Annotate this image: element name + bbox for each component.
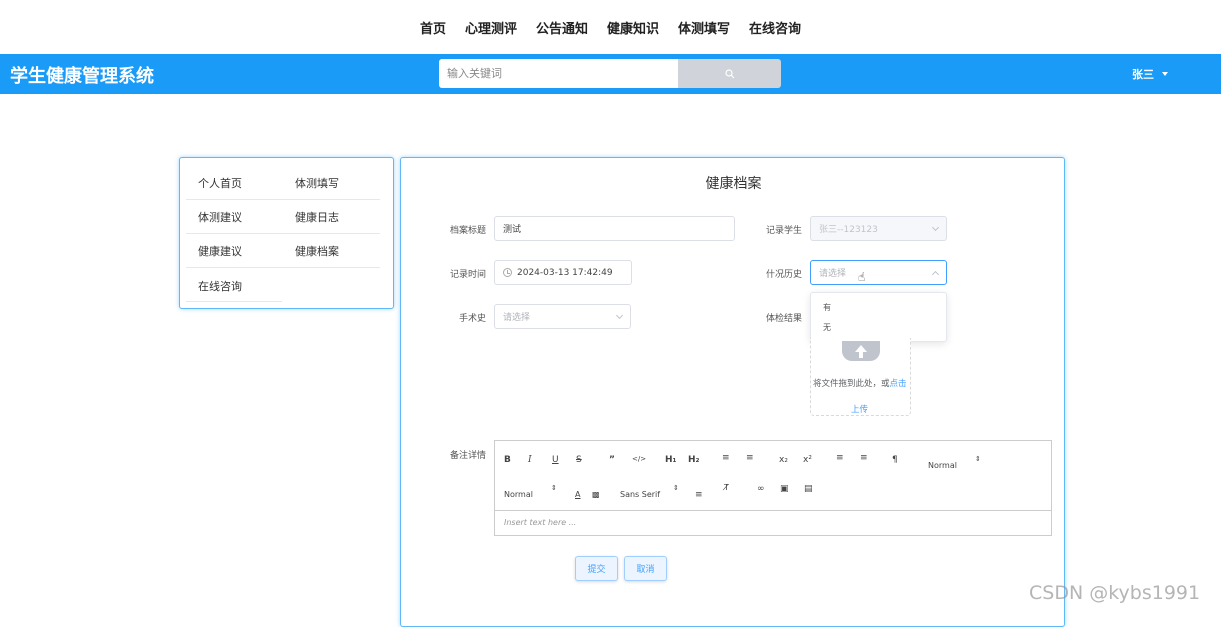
history-option-yes[interactable]: 有 [823, 302, 831, 313]
brand-title: 学生健康管理系统 [10, 66, 154, 87]
editor-placeholder[interactable]: Insert text here ... [504, 518, 576, 527]
cancel-button[interactable]: 取消 [624, 556, 667, 581]
clear-format-icon[interactable]: T̸ [724, 483, 729, 492]
bold-button[interactable]: B [504, 455, 511, 465]
superscript-icon[interactable]: x² [803, 455, 812, 465]
top-nav: 首页 心理测评 公告通知 健康知识 体测填写 在线咨询 [0, 0, 1221, 54]
upload-dropzone[interactable]: 将文件拖到此处，或点击 上传 [810, 338, 911, 416]
caret-down-icon [1162, 72, 1168, 76]
divider [186, 267, 380, 268]
select-arrows-icon: ⇕ [551, 484, 557, 492]
time-picker[interactable]: 2024-03-13 17:42:49 [494, 260, 632, 285]
sidebar-item-home[interactable]: 个人首页 [198, 175, 242, 191]
text-direction-icon[interactable]: ¶ [892, 455, 898, 465]
upload-click-link[interactable]: 点击 [890, 379, 907, 389]
link-icon[interactable]: ∞ [757, 484, 765, 494]
page-title: 健康档案 [705, 176, 762, 192]
sidebar: 个人首页 体测填写 体测建议 健康日志 健康建议 健康档案 在线咨询 [179, 157, 394, 309]
result-label: 体检结果 [765, 314, 802, 324]
subscript-icon[interactable]: x₂ [779, 455, 788, 465]
h1-button[interactable]: H₁ [665, 455, 676, 465]
surgery-placeholder: 请选择 [503, 313, 531, 323]
strike-button[interactable]: S [576, 455, 582, 465]
sidebar-item-health-advice[interactable]: 健康建议 [198, 243, 242, 259]
history-placeholder: 请选择 [819, 269, 847, 279]
indent-icon[interactable]: ≡ [860, 453, 868, 463]
history-select[interactable]: 请选择 [810, 260, 947, 285]
blockquote-icon[interactable]: ” [609, 455, 615, 465]
chevron-down-icon [615, 311, 624, 320]
search-button[interactable] [678, 59, 781, 88]
nav-announcements[interactable]: 公告通知 [536, 18, 588, 37]
video-icon[interactable]: ▤ [804, 484, 813, 494]
user-name: 张三 [1132, 68, 1154, 81]
chevron-up-icon [931, 270, 940, 279]
rich-text-editor: B I U S ” </> H₁ H₂ ≡ ≡ x₂ x² ≡ ≡ ¶ Norm… [494, 440, 1052, 536]
history-dropdown: 有 无 [810, 292, 947, 342]
upload-link[interactable]: 上传 [851, 403, 868, 415]
title-input[interactable]: 测试 [494, 216, 735, 241]
notes-label: 备注详情 [449, 451, 486, 461]
bullet-list-icon[interactable]: ≡ [746, 453, 754, 463]
nav-online-consult[interactable]: 在线咨询 [749, 18, 801, 37]
select-arrows-icon: ⇕ [975, 455, 981, 463]
header-bar: 学生健康管理系统 张三 [0, 54, 1221, 94]
background-color-icon[interactable]: ▩ [592, 490, 600, 499]
nav-health-knowledge[interactable]: 健康知识 [607, 18, 659, 37]
ordered-list-icon[interactable]: ≡ [722, 453, 730, 463]
chevron-down-icon [931, 223, 940, 232]
user-menu[interactable]: 张三 [1132, 66, 1168, 82]
nav-fitness-entry[interactable]: 体测填写 [678, 18, 730, 37]
sidebar-item-health-log[interactable]: 健康日志 [295, 209, 339, 225]
search-icon [724, 68, 734, 78]
upload-hint: 将文件拖到此处，或点击 [813, 379, 907, 389]
search-input[interactable] [439, 59, 678, 88]
size-select[interactable]: Normal [504, 490, 533, 499]
surgery-label: 手术史 [458, 314, 486, 324]
submit-button[interactable]: 提交 [575, 556, 618, 581]
divider [186, 199, 380, 200]
code-icon[interactable]: </> [632, 455, 646, 463]
history-label: 什况历史 [765, 270, 802, 280]
surgery-select[interactable]: 请选择 [494, 304, 631, 329]
divider [495, 510, 1051, 511]
italic-button[interactable]: I [528, 455, 532, 465]
time-label: 记录时间 [449, 270, 486, 280]
title-label: 档案标题 [449, 226, 486, 236]
student-value: 张三--123123 [819, 225, 878, 235]
clock-icon [503, 268, 512, 277]
image-icon[interactable]: ▣ [780, 484, 789, 494]
h2-button[interactable]: H₂ [688, 455, 699, 465]
nav-psych-test[interactable]: 心理测评 [465, 18, 517, 37]
divider [186, 301, 282, 302]
hand-cursor-icon: ☝ [858, 270, 866, 284]
outdent-icon[interactable]: ≡ [836, 453, 844, 463]
underline-button[interactable]: U [552, 455, 559, 465]
header-select[interactable]: Normal [928, 461, 957, 470]
student-select[interactable]: 张三--123123 [810, 216, 947, 241]
sidebar-item-health-record[interactable]: 健康档案 [295, 243, 339, 259]
time-value: 2024-03-13 17:42:49 [517, 267, 613, 278]
select-arrows-icon: ⇕ [673, 484, 679, 492]
sidebar-item-online-consult[interactable]: 在线咨询 [198, 278, 242, 294]
watermark: CSDN @kybs1991 [1029, 582, 1201, 604]
nav-home[interactable]: 首页 [420, 18, 446, 37]
align-icon[interactable]: ≡ [695, 490, 703, 500]
upload-cloud-icon [842, 341, 880, 361]
sidebar-item-fitness-advice[interactable]: 体测建议 [198, 209, 242, 225]
text-color-icon[interactable]: A [575, 490, 580, 499]
divider [186, 233, 380, 234]
font-select[interactable]: Sans Serif [620, 490, 660, 499]
history-option-no[interactable]: 无 [823, 322, 831, 333]
student-label: 记录学生 [765, 226, 802, 236]
sidebar-item-fitness-entry[interactable]: 体测填写 [295, 175, 339, 191]
